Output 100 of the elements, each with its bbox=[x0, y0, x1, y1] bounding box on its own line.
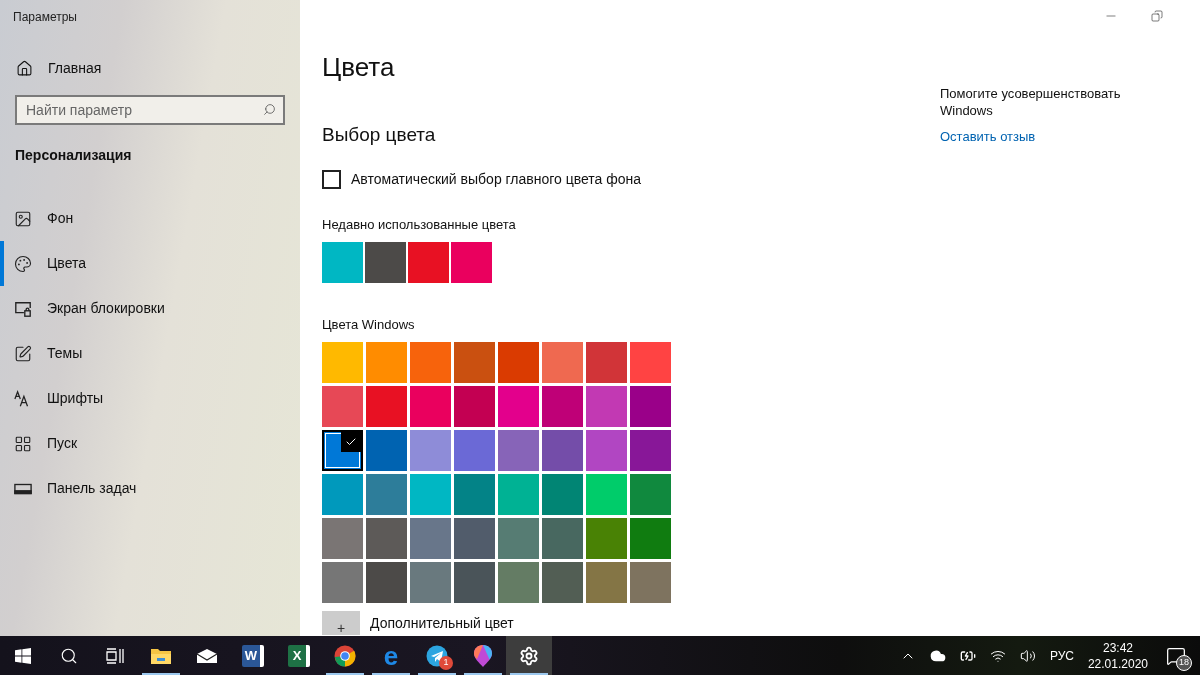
taskbar-button[interactable]: e bbox=[368, 636, 414, 675]
sidebar-item[interactable]: Экран блокировки bbox=[0, 286, 300, 331]
color-swatch[interactable] bbox=[542, 474, 583, 515]
color-swatch[interactable] bbox=[451, 241, 492, 283]
color-swatch[interactable] bbox=[322, 342, 363, 383]
color-swatch[interactable] bbox=[366, 562, 407, 603]
color-swatch[interactable] bbox=[586, 386, 627, 427]
color-swatch[interactable] bbox=[410, 386, 451, 427]
color-swatch[interactable] bbox=[454, 386, 495, 427]
sidebar-item[interactable]: Панель задач bbox=[0, 466, 300, 511]
color-swatch[interactable] bbox=[586, 342, 627, 383]
running-indicator bbox=[464, 673, 502, 675]
color-swatch[interactable] bbox=[408, 241, 449, 283]
taskbar-button[interactable]: W bbox=[230, 636, 276, 675]
folder-icon bbox=[150, 646, 172, 665]
checkbox[interactable] bbox=[322, 170, 341, 189]
tiles-icon bbox=[14, 434, 32, 453]
color-swatch[interactable] bbox=[322, 241, 363, 283]
color-swatch[interactable] bbox=[630, 430, 671, 471]
color-swatch[interactable] bbox=[322, 386, 363, 427]
color-swatch[interactable] bbox=[630, 342, 671, 383]
color-swatch[interactable] bbox=[322, 430, 363, 471]
color-swatch[interactable] bbox=[630, 474, 671, 515]
color-swatch[interactable] bbox=[586, 518, 627, 559]
color-swatch[interactable] bbox=[410, 474, 451, 515]
color-swatch[interactable] bbox=[542, 518, 583, 559]
color-swatch[interactable] bbox=[542, 430, 583, 471]
window-title: Параметры bbox=[13, 9, 78, 26]
color-swatch[interactable] bbox=[630, 562, 671, 603]
document-icon: X bbox=[288, 644, 310, 667]
color-swatch[interactable] bbox=[322, 518, 363, 559]
recent-colors-label: Недавно использованные цвета bbox=[322, 216, 517, 234]
palette-icon bbox=[14, 254, 32, 273]
color-swatch[interactable] bbox=[365, 241, 406, 283]
section-heading: Выбор цвета bbox=[322, 125, 437, 144]
color-swatch[interactable] bbox=[410, 518, 451, 559]
color-swatch[interactable] bbox=[630, 518, 671, 559]
browser-icon: e bbox=[383, 642, 399, 669]
running-indicator bbox=[142, 673, 180, 675]
color-swatch[interactable] bbox=[454, 342, 495, 383]
pen-square-icon bbox=[14, 344, 32, 363]
document-icon: W bbox=[242, 644, 264, 667]
color-swatch[interactable] bbox=[366, 430, 407, 471]
help-text: Помогите усовершенствовать Windows bbox=[940, 85, 1122, 119]
color-swatch[interactable] bbox=[498, 562, 539, 603]
running-indicator bbox=[372, 673, 410, 675]
color-swatch[interactable] bbox=[454, 562, 495, 603]
monitor-lock-icon bbox=[14, 299, 32, 318]
language-indicator[interactable]: РУС bbox=[1049, 646, 1074, 665]
browser-icon bbox=[334, 644, 356, 667]
color-swatch[interactable] bbox=[410, 430, 451, 471]
color-swatch[interactable] bbox=[366, 474, 407, 515]
color-swatch[interactable] bbox=[366, 386, 407, 427]
sidebar-item[interactable]: Пуск bbox=[0, 421, 300, 466]
color-swatch[interactable] bbox=[542, 562, 583, 603]
color-swatch[interactable] bbox=[498, 518, 539, 559]
color-swatch[interactable] bbox=[498, 430, 539, 471]
balloon-icon bbox=[473, 643, 493, 668]
notifications-button[interactable]: 18 bbox=[1162, 640, 1190, 671]
color-swatch[interactable] bbox=[542, 342, 583, 383]
color-swatch[interactable] bbox=[410, 342, 451, 383]
color-swatch[interactable] bbox=[366, 342, 407, 383]
checkbox-label: Автоматический выбор главного цвета фона bbox=[351, 170, 642, 189]
running-indicator bbox=[510, 673, 548, 675]
color-swatch[interactable] bbox=[498, 386, 539, 427]
home-link[interactable]: Главная bbox=[16, 58, 300, 79]
search-field[interactable]: Найти параметр bbox=[15, 95, 285, 125]
taskbar-button[interactable]: 1 bbox=[414, 636, 460, 675]
color-swatch[interactable] bbox=[630, 386, 671, 427]
taskbar-button[interactable] bbox=[506, 636, 552, 675]
picture-frame-icon bbox=[14, 209, 32, 228]
taskbar-button[interactable]: X bbox=[276, 636, 322, 675]
color-swatch[interactable] bbox=[454, 518, 495, 559]
checkmark-icon bbox=[341, 432, 361, 452]
color-swatch[interactable] bbox=[542, 386, 583, 427]
color-swatch[interactable] bbox=[366, 518, 407, 559]
color-swatch[interactable] bbox=[586, 562, 627, 603]
sidebar-item[interactable]: Шрифты bbox=[0, 376, 300, 421]
color-swatch[interactable] bbox=[322, 474, 363, 515]
color-swatch[interactable] bbox=[586, 430, 627, 471]
windows-logo-icon bbox=[15, 647, 31, 664]
sidebar-item[interactable]: Темы bbox=[0, 331, 300, 376]
envelope-icon bbox=[196, 647, 218, 664]
sidebar-item[interactable]: Фон bbox=[0, 196, 300, 241]
color-swatch[interactable] bbox=[454, 474, 495, 515]
task-view-icon bbox=[106, 647, 124, 664]
color-swatch[interactable] bbox=[586, 474, 627, 515]
feedback-link[interactable]: Оставить отзыв bbox=[940, 127, 1140, 147]
speaker-icon[interactable] bbox=[1019, 647, 1036, 664]
color-swatch[interactable] bbox=[454, 430, 495, 471]
color-swatch[interactable] bbox=[498, 474, 539, 515]
clock[interactable]: 23:42 22.01.2020 bbox=[1087, 639, 1148, 672]
section-heading: Персонализация bbox=[15, 146, 133, 165]
add-color-button[interactable]: + bbox=[322, 611, 360, 635]
running-indicator bbox=[326, 673, 364, 675]
color-swatch[interactable] bbox=[410, 562, 451, 603]
badge: 1 bbox=[439, 656, 453, 670]
color-swatch[interactable] bbox=[322, 562, 363, 603]
windows-colors-label: Цвета Windows bbox=[322, 315, 416, 334]
color-swatch[interactable] bbox=[498, 342, 539, 383]
